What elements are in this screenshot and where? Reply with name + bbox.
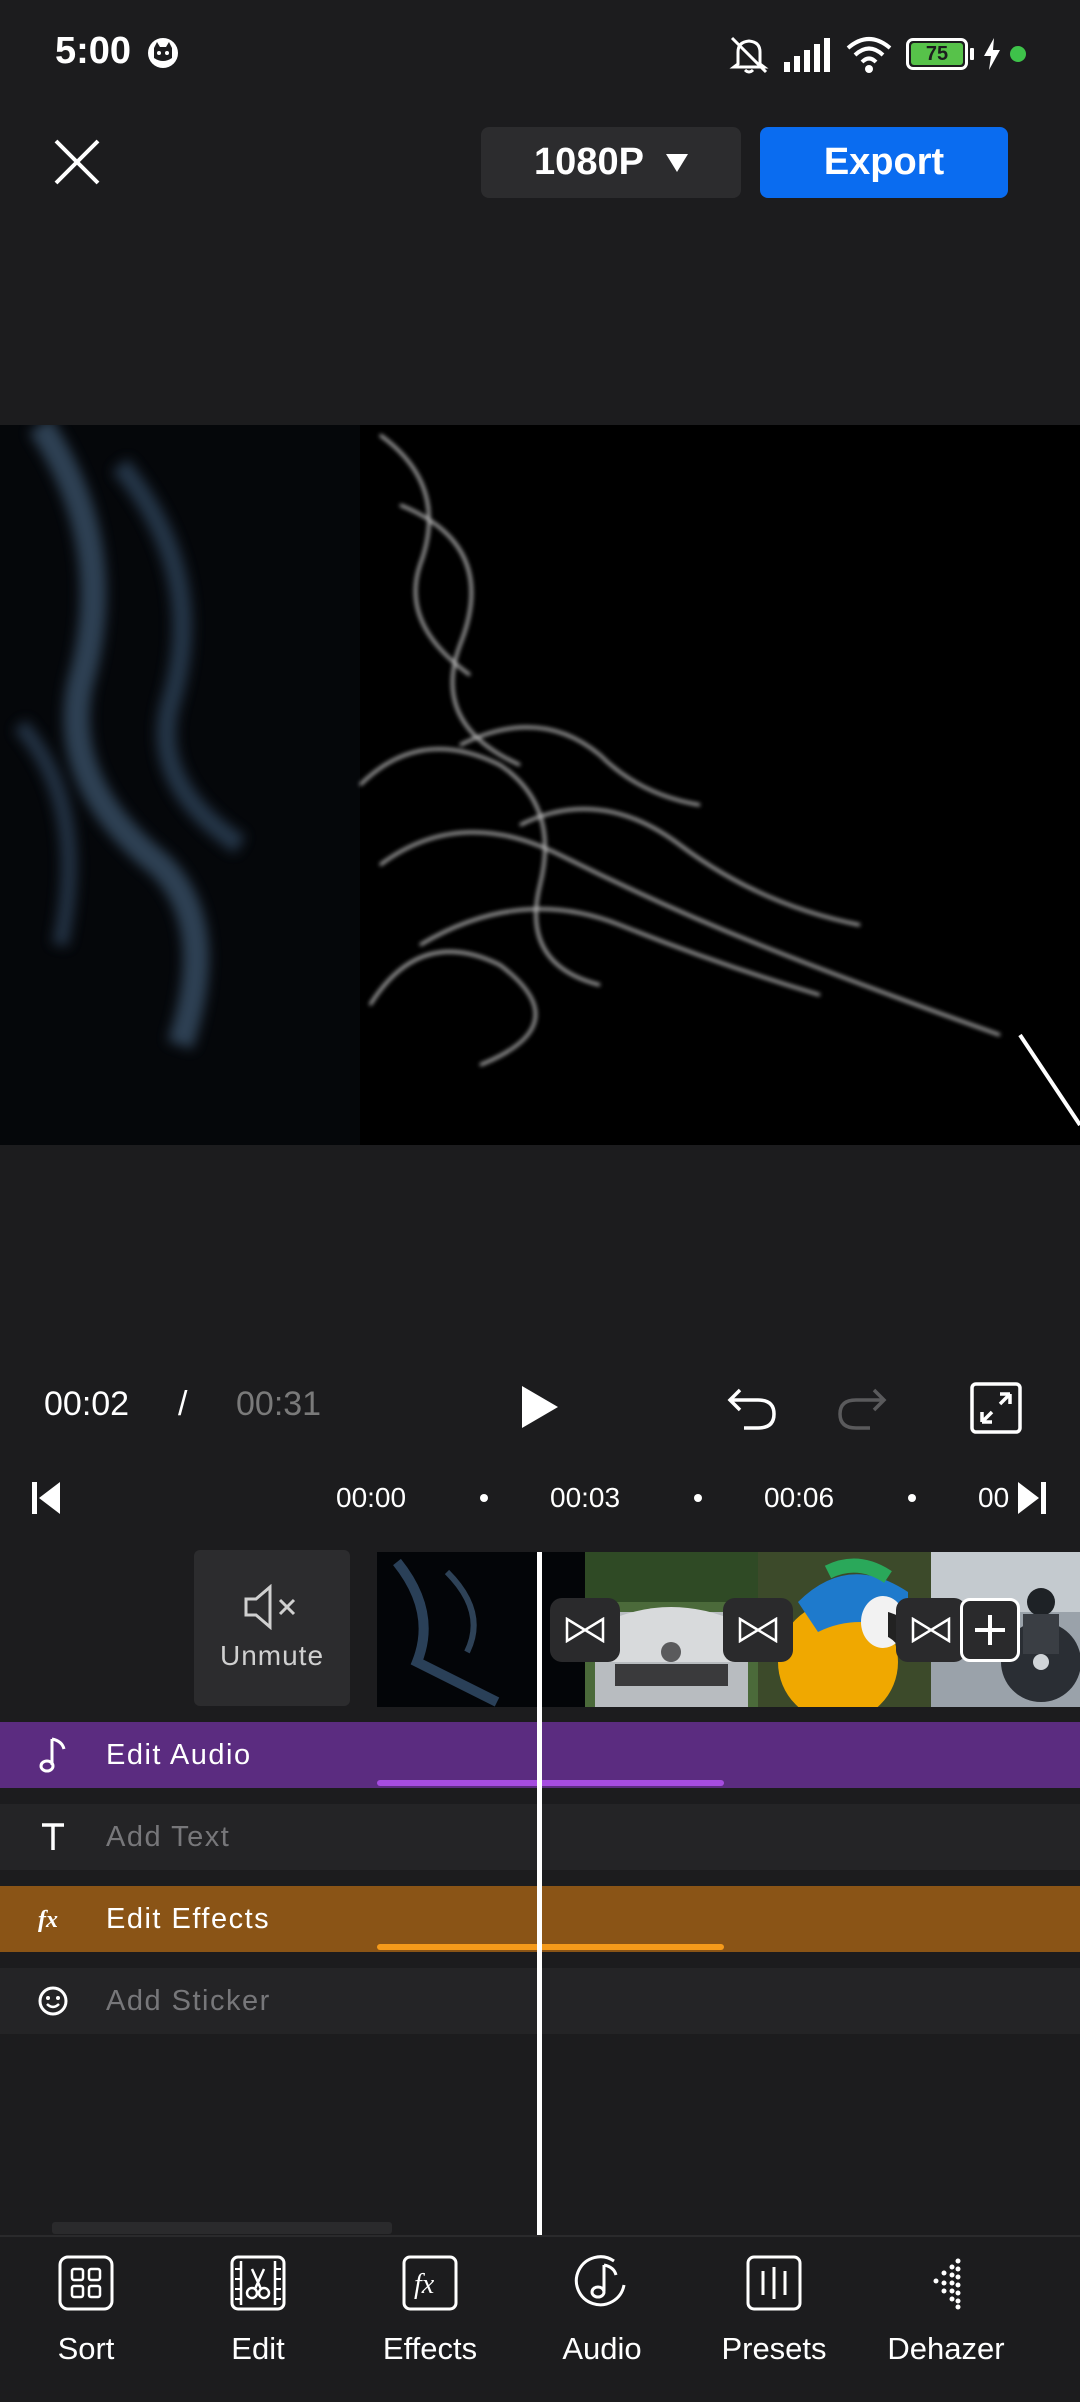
music-note-icon xyxy=(39,1737,66,1773)
svg-text:fx: fx xyxy=(414,2269,435,2300)
skip-start-icon xyxy=(32,1482,37,1514)
battery-icon: 75 xyxy=(906,38,968,70)
effects-range-bar xyxy=(377,1944,724,1950)
undo-button[interactable] xyxy=(726,1384,778,1430)
play-icon xyxy=(522,1386,558,1428)
ruler-tick: 00:06 xyxy=(764,1482,835,1513)
charging-icon xyxy=(984,38,1000,70)
nav-sort[interactable]: Sort xyxy=(0,2255,172,2367)
svg-text:fx: fx xyxy=(38,1907,58,1933)
plus-icon xyxy=(975,1615,1005,1645)
unmute-button[interactable]: Unmute xyxy=(194,1550,350,1706)
battery-level: 75 xyxy=(911,43,963,65)
skip-to-start-button[interactable] xyxy=(30,1480,62,1516)
video-frame xyxy=(0,425,1080,1145)
mute-icon xyxy=(729,36,769,74)
total-time: 00:31 xyxy=(236,1385,322,1423)
export-button[interactable]: Export xyxy=(760,127,1008,198)
skip-end-icon xyxy=(1018,1482,1039,1514)
transition-icon xyxy=(565,1617,605,1643)
dehazer-icon xyxy=(933,2258,961,2310)
chevron-down-icon xyxy=(665,153,688,172)
track-label: Add Text xyxy=(106,1820,231,1853)
resolution-label: 1080P xyxy=(534,141,644,183)
transition-button[interactable] xyxy=(723,1598,793,1662)
close-button[interactable] xyxy=(50,135,104,189)
fullscreen-button[interactable] xyxy=(970,1382,1022,1434)
ruler-dot xyxy=(908,1494,916,1502)
effects-fx-icon: fx xyxy=(402,2255,458,2311)
audio-range-bar xyxy=(377,1780,724,1786)
cat-notification-icon xyxy=(148,38,178,68)
audio-note-icon xyxy=(574,2255,626,2307)
fullscreen-icon xyxy=(970,1382,1022,1434)
nav-presets[interactable]: Presets xyxy=(688,2255,860,2367)
wifi-icon xyxy=(846,37,892,73)
ruler-tick: 00 xyxy=(978,1482,1010,1513)
nav-label: Audio xyxy=(562,2331,642,2366)
transition-button[interactable] xyxy=(550,1598,620,1662)
dot-icon xyxy=(1010,46,1026,62)
battery-tip xyxy=(970,48,974,60)
resolution-dropdown[interactable]: 1080P xyxy=(481,127,741,198)
current-time: 00:02 xyxy=(44,1385,130,1423)
ruler-dot xyxy=(480,1494,488,1502)
ruler-dot xyxy=(694,1494,702,1502)
nav-label: Presets xyxy=(721,2331,827,2366)
nav-effects[interactable]: fx Effects xyxy=(344,2255,516,2367)
sort-icon xyxy=(58,2255,114,2311)
transition-button[interactable] xyxy=(896,1598,966,1662)
track-label: Add Sticker xyxy=(106,1984,271,2017)
status-time: 5:00 xyxy=(55,30,132,72)
nav-label: Sort xyxy=(57,2331,115,2366)
timeline-scrollbar[interactable] xyxy=(52,2222,392,2234)
nav-label: Dehazer xyxy=(887,2331,1005,2366)
sticker-smiley-icon xyxy=(38,1986,68,2016)
text-icon xyxy=(42,1823,64,1850)
playhead[interactable] xyxy=(537,1552,542,2235)
skip-to-end-button[interactable] xyxy=(1016,1480,1048,1516)
nav-label: Effects xyxy=(382,2331,478,2366)
track-label: Edit Audio xyxy=(106,1738,252,1771)
nav-audio[interactable]: Audio xyxy=(516,2255,688,2367)
nav-edit[interactable]: Edit xyxy=(172,2255,344,2367)
video-preview[interactable] xyxy=(0,425,1080,1145)
speaker-mute-icon xyxy=(244,1584,296,1630)
transition-icon xyxy=(911,1617,951,1643)
nav-label: Edit xyxy=(231,2331,285,2366)
status-bar: 5:00 75 xyxy=(0,0,1080,110)
transition-icon xyxy=(738,1617,778,1643)
ruler-tick: 00:00 xyxy=(336,1482,407,1513)
signal-icon xyxy=(784,38,830,72)
fx-icon: fx xyxy=(38,1907,58,1933)
presets-icon xyxy=(746,2255,802,2311)
time-separator: / xyxy=(178,1385,188,1423)
play-button[interactable] xyxy=(518,1384,560,1430)
ruler-tick: 00:03 xyxy=(550,1482,621,1513)
redo-button[interactable] xyxy=(836,1384,888,1430)
track-label: Edit Effects xyxy=(106,1902,271,1935)
add-clip-button[interactable] xyxy=(960,1598,1020,1662)
edit-scissors-icon xyxy=(230,2255,286,2311)
nav-dehazer[interactable]: Dehazer xyxy=(860,2255,1032,2367)
unmute-label: Unmute xyxy=(219,1640,325,1671)
